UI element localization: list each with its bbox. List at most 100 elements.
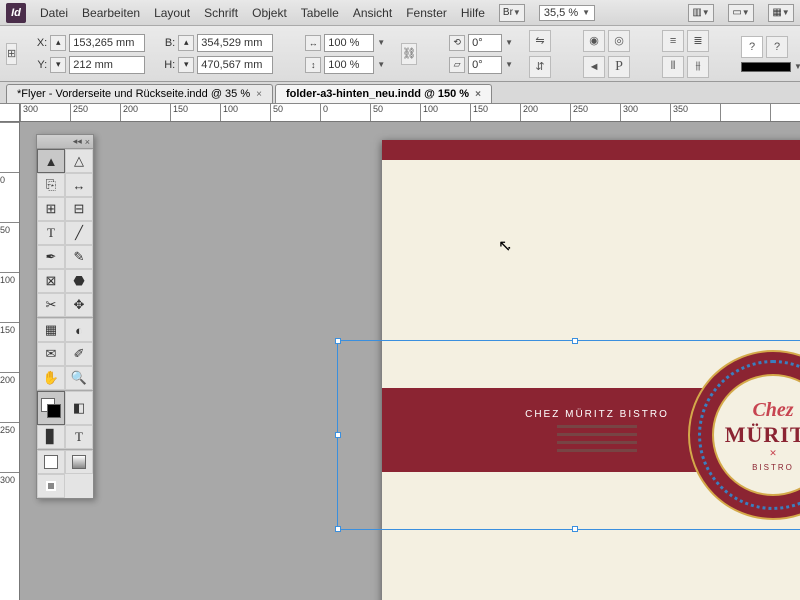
menu-fenster[interactable]: Fenster	[406, 6, 447, 20]
selection-handle[interactable]	[335, 338, 341, 344]
menu-layout[interactable]: Layout	[154, 6, 190, 20]
formatting-container-icon[interactable]: ◧	[65, 391, 93, 425]
select-content-icon[interactable]: ◎	[608, 30, 630, 52]
flip-h-icon[interactable]: ⇋	[529, 30, 551, 52]
select-container-icon[interactable]: ◉	[583, 30, 605, 52]
w-label: B:	[161, 37, 175, 49]
app-icon: Id	[6, 3, 26, 23]
menu-objekt[interactable]: Objekt	[252, 6, 287, 20]
page-tool[interactable]: ⎘	[37, 173, 65, 197]
bridge-button[interactable]: Br▼	[499, 4, 525, 22]
view-options-icon[interactable]: ▥▼	[688, 4, 714, 22]
menu-bearbeiten[interactable]: Bearbeiten	[82, 6, 140, 20]
flip-v-icon[interactable]: ⇵	[529, 56, 551, 78]
scissors-tool[interactable]: ✂	[37, 293, 65, 317]
y-input[interactable]: 212 mm	[69, 56, 145, 74]
close-icon[interactable]: ×	[475, 89, 481, 100]
selection-handle[interactable]	[335, 432, 341, 438]
free-transform-tool[interactable]: ✥	[65, 293, 93, 317]
apply-none-icon[interactable]: T	[65, 425, 93, 449]
eyedropper-tool[interactable]: ✐	[65, 342, 93, 366]
pen-tool[interactable]: ✒	[37, 245, 65, 269]
normal-view-icon[interactable]	[37, 450, 65, 474]
selection-handle[interactable]	[572, 526, 578, 532]
char-panel-icon[interactable]: P	[608, 56, 630, 78]
scale-y-icon: ↕	[305, 57, 321, 73]
menu-ansicht[interactable]: Ansicht	[353, 6, 392, 20]
ruler-origin[interactable]	[0, 104, 20, 122]
align-icon-2[interactable]: ≣	[687, 30, 709, 52]
rotate-input[interactable]: 0°	[468, 34, 502, 52]
zoom-level[interactable]: 35,5 %▼	[539, 5, 595, 21]
shear-icon: ▱	[449, 57, 465, 73]
rectangle-tool[interactable]: ⬣	[65, 269, 93, 293]
zoom-tool[interactable]: 🔍	[65, 366, 93, 390]
selection-frame[interactable]	[337, 340, 800, 530]
fill-stroke-toggle[interactable]	[37, 391, 65, 425]
type-tool[interactable]: T	[37, 221, 65, 245]
panel-header[interactable]: ◂◂×	[37, 135, 93, 149]
fill-swatch[interactable]: ?	[741, 36, 763, 58]
bleed-view-icon[interactable]	[37, 474, 65, 498]
menu-schrift[interactable]: Schrift	[204, 6, 238, 20]
align-icon-4[interactable]: ⫵	[687, 56, 709, 78]
preview-view-icon[interactable]	[65, 450, 93, 474]
w-stepper-icon[interactable]: ▴	[178, 35, 194, 51]
page-header-bar	[382, 140, 800, 160]
control-panel: ⊞ X:▴153,265 mm Y:▾212 mm B:▴354,529 mm …	[0, 26, 800, 82]
selection-handle[interactable]	[572, 338, 578, 344]
y-label: Y:	[33, 59, 47, 71]
align-icon-3[interactable]: ⫴	[662, 56, 684, 78]
close-icon[interactable]: ×	[256, 89, 262, 100]
scale-x-icon: ↔	[305, 35, 321, 51]
constrain-proportions-icon[interactable]: ⛓	[401, 43, 417, 65]
scale-x-input[interactable]: 100 %	[324, 34, 374, 52]
stroke-weight-swatch[interactable]	[741, 62, 791, 72]
content-collector-tool[interactable]: ⊞	[37, 197, 65, 221]
x-input[interactable]: 153,265 mm	[69, 34, 145, 52]
x-stepper-icon[interactable]: ▴	[50, 35, 66, 51]
stroke-swatch[interactable]: ?	[766, 36, 788, 58]
h-label: H:	[161, 59, 175, 71]
apply-color-icon[interactable]: ▊	[37, 425, 65, 449]
selection-tool[interactable]: ▲	[37, 149, 65, 173]
w-input[interactable]: 354,529 mm	[197, 34, 273, 52]
shear-input[interactable]: 0°	[468, 56, 502, 74]
rotate-icon: ⟲	[449, 35, 465, 51]
pencil-tool[interactable]: ✎	[65, 245, 93, 269]
y-stepper-icon[interactable]: ▾	[50, 57, 66, 73]
gradient-feather-tool[interactable]: ◐	[65, 318, 93, 342]
select-prev-icon[interactable]: ◄	[583, 56, 605, 78]
vertical-ruler[interactable]: 050100150200250300	[0, 122, 20, 600]
scale-y-input[interactable]: 100 %	[324, 56, 374, 74]
direct-selection-tool[interactable]: △	[65, 149, 93, 173]
menu-datei[interactable]: Datei	[40, 6, 68, 20]
doc-tab-2[interactable]: folder-a3-hinten_neu.indd @ 150 %×	[275, 84, 492, 103]
screen-mode-icon[interactable]: ▭▼	[728, 4, 754, 22]
menu-bar: Id Datei Bearbeiten Layout Schrift Objek…	[0, 0, 800, 26]
reference-point-icon[interactable]: ⊞	[6, 43, 17, 65]
collapse-icon[interactable]: ◂◂	[73, 136, 82, 147]
content-placer-tool[interactable]: ⊟	[65, 197, 93, 221]
selection-handle[interactable]	[335, 526, 341, 532]
rectangle-frame-tool[interactable]: ⊠	[37, 269, 65, 293]
menu-hilfe[interactable]: Hilfe	[461, 6, 485, 20]
h-input[interactable]: 470,567 mm	[197, 56, 273, 74]
gradient-swatch-tool[interactable]: ▦	[37, 318, 65, 342]
document-tabs: *Flyer - Vorderseite und Rückseite.indd …	[0, 82, 800, 104]
doc-tab-1[interactable]: *Flyer - Vorderseite und Rückseite.indd …	[6, 84, 273, 103]
hand-tool[interactable]: ✋	[37, 366, 65, 390]
line-tool[interactable]: ╱	[65, 221, 93, 245]
canvas[interactable]: CHEZ MÜRITZ BISTRO Chez MÜRITZ ✕ BISTRO	[20, 122, 800, 600]
gap-tool[interactable]: ↔	[65, 173, 93, 197]
x-label: X:	[33, 37, 47, 49]
tools-panel[interactable]: ◂◂× ▲ △ ⎘ ↔ ⊞ ⊟ T ╱ ✒ ✎ ⊠ ⬣ ✂ ✥ ▦ ◐ ✉ ✐ …	[36, 134, 94, 499]
horizontal-ruler[interactable]: 30025020015010050050100150200250300350	[20, 104, 800, 122]
close-icon[interactable]: ×	[85, 137, 90, 147]
menu-tabelle[interactable]: Tabelle	[301, 6, 339, 20]
note-tool[interactable]: ✉	[37, 342, 65, 366]
arrange-icon[interactable]: ▦▼	[768, 4, 794, 22]
align-icon-1[interactable]: ≡	[662, 30, 684, 52]
document-page[interactable]: CHEZ MÜRITZ BISTRO Chez MÜRITZ ✕ BISTRO	[382, 140, 800, 600]
h-stepper-icon[interactable]: ▾	[178, 57, 194, 73]
